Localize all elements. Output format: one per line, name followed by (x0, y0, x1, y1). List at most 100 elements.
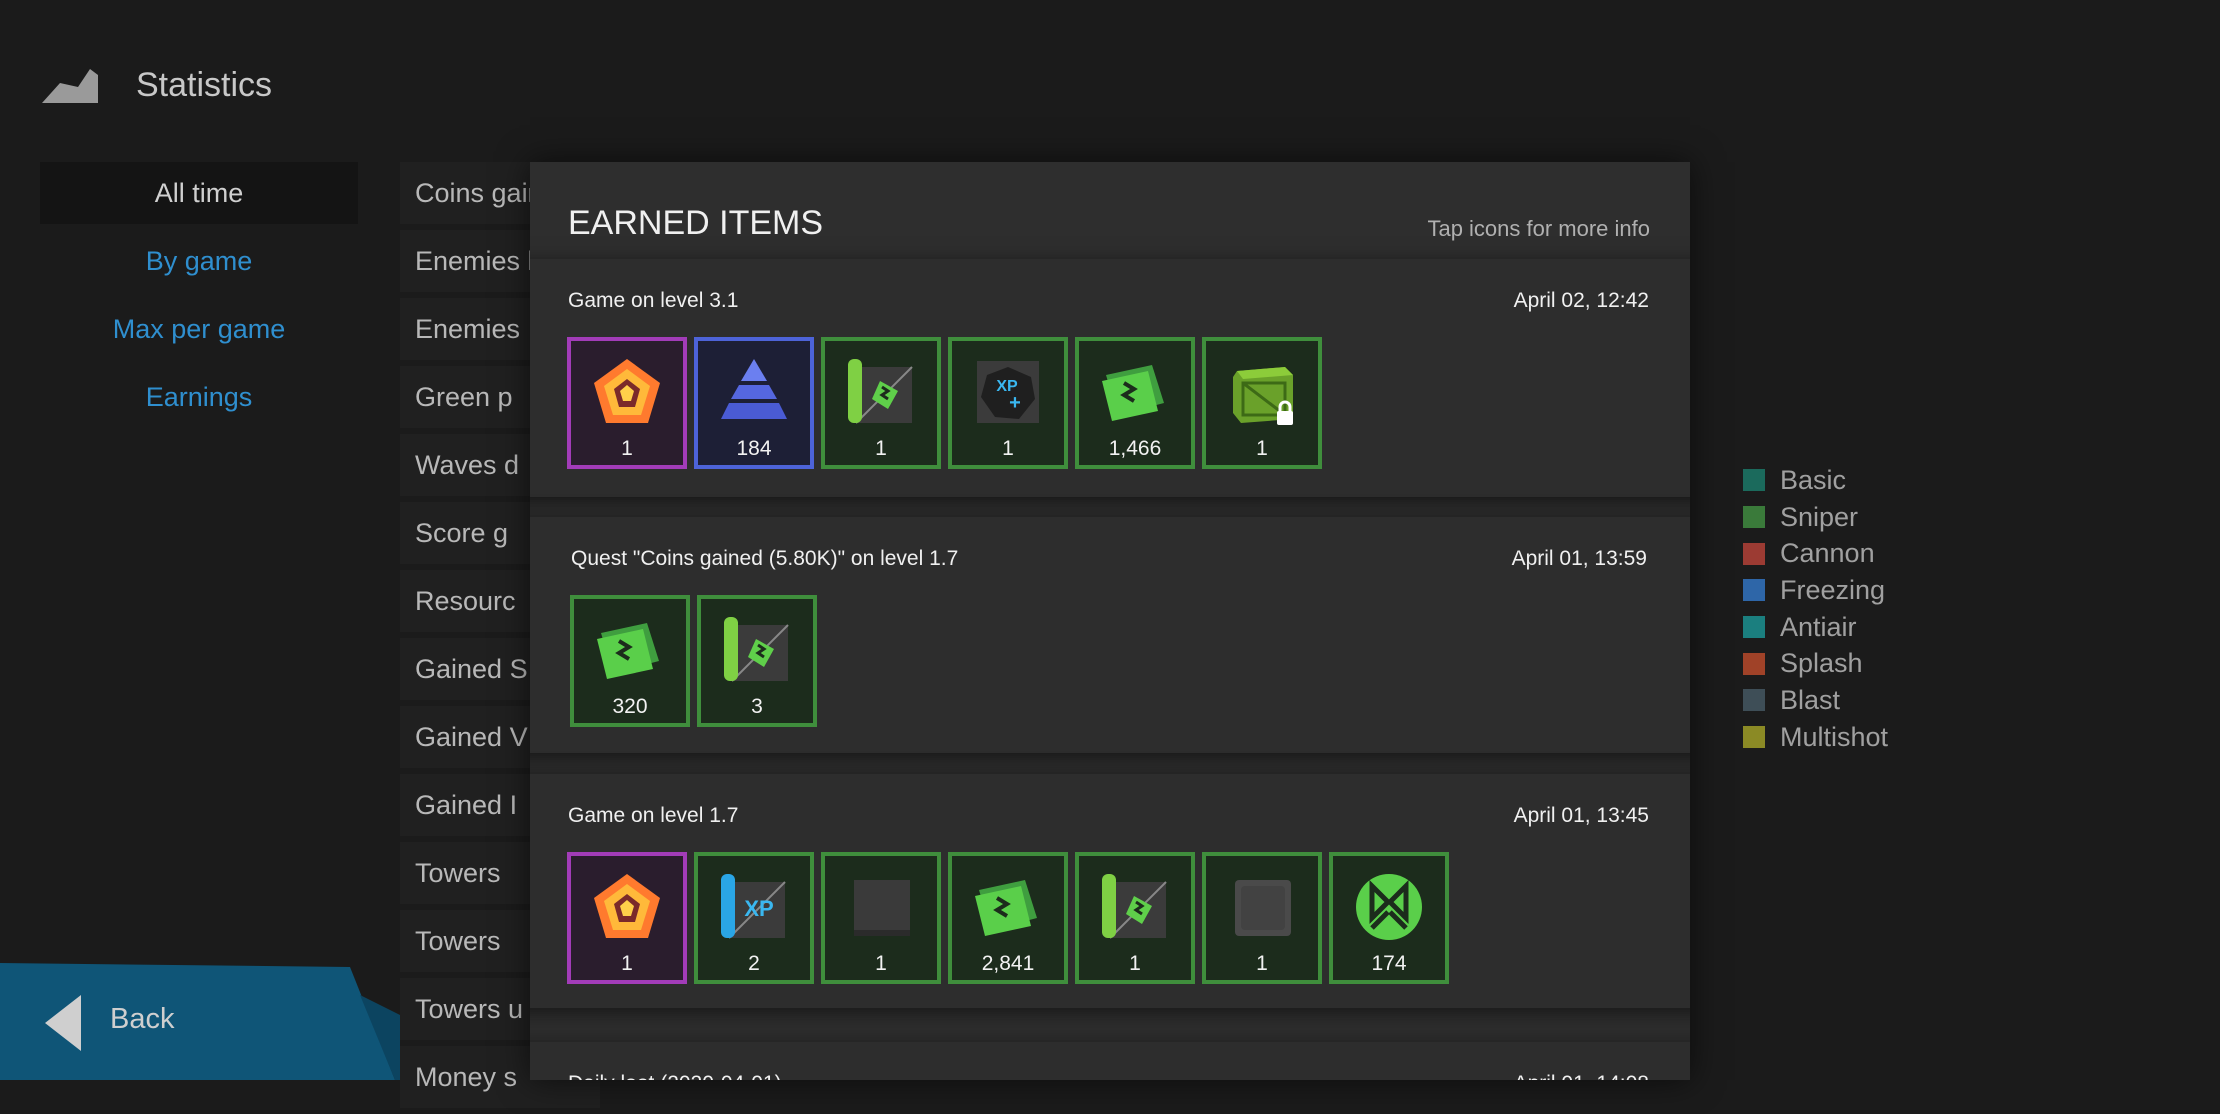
item-quantity: 1 (1256, 952, 1268, 975)
entry-label: Game on level 3.1 (568, 289, 739, 312)
item-tile[interactable]: 1,466 (1075, 337, 1195, 469)
item-tile[interactable]: 1 (1202, 852, 1322, 984)
legend-item: Cannon (1743, 535, 1888, 572)
back-label: Back (110, 1003, 175, 1035)
sidebar-item-max-per-game[interactable]: Max per game (40, 298, 358, 360)
legend-label: Antiair (1780, 611, 1857, 642)
legend-label: Basic (1780, 464, 1847, 495)
legend-label: Splash (1780, 648, 1863, 679)
item-tile[interactable]: 1 (948, 337, 1068, 469)
green-papers-icon (1096, 353, 1174, 431)
locked-crate-icon (1223, 353, 1301, 431)
item-quantity: 1 (1002, 437, 1014, 460)
entry-date: April 02, 12:42 (1513, 289, 1649, 312)
pentagon-gem-icon (588, 353, 666, 431)
earned-entry: Game on level 3.1 April 02, 12:42 1 184 1 1 1,… (530, 259, 1690, 497)
item-quantity: 1,466 (1108, 437, 1162, 460)
item-quantity: 320 (612, 695, 648, 718)
item-tile[interactable]: 174 (1329, 852, 1449, 984)
item-tile[interactable]: 184 (694, 337, 814, 469)
earned-entry: Daily loot (2020-04-01) April 01, 14:08 (530, 1042, 1690, 1080)
header: Statistics (40, 55, 272, 115)
legend-item: Splash (1743, 645, 1888, 682)
panel-hint: Tap icons for more info (1427, 216, 1650, 241)
empty-slot-icon (842, 868, 920, 946)
legend-swatch (1743, 542, 1765, 565)
green-emblem-icon (1350, 868, 1428, 946)
stats-mountain-icon (42, 69, 98, 103)
legend-item: Antiair (1743, 609, 1888, 646)
blueprint-icon (718, 611, 796, 689)
page-title: Statistics (136, 65, 273, 104)
legend-label: Cannon (1780, 538, 1875, 569)
item-quantity: 1 (1129, 952, 1141, 975)
sidebar-item-label: All time (154, 177, 244, 208)
earned-entry: Game on level 1.7 April 01, 13:45 1 2 1 2,841… (530, 774, 1690, 1008)
sidebar-item-by-game[interactable]: By game (40, 230, 358, 292)
item-tile[interactable]: 320 (570, 595, 690, 727)
item-quantity: 174 (1371, 952, 1407, 975)
item-tile[interactable]: 1 (821, 852, 941, 984)
panel-title: EARNED ITEMS (568, 204, 824, 242)
grey-slot-icon (1223, 868, 1301, 946)
legend-item: Basic (1743, 462, 1888, 499)
blueprint-icon (842, 353, 920, 431)
sidebar-item-earnings[interactable]: Earnings (40, 366, 358, 428)
entry-label: Game on level 1.7 (568, 804, 739, 827)
back-arrow-icon (45, 995, 81, 1051)
item-row: 1 2 1 2,841 1 1 174 (567, 852, 1449, 984)
sidebar-item-label: By game (145, 245, 253, 276)
legend-label: Sniper (1780, 501, 1859, 532)
legend-swatch (1743, 689, 1765, 712)
legend-swatch (1743, 506, 1765, 529)
legend-swatch (1743, 616, 1765, 639)
green-papers-icon (591, 611, 669, 689)
xp-blueprint-icon (715, 868, 793, 946)
item-tile[interactable]: 1 (567, 337, 687, 469)
blue-stripes-icon (715, 353, 793, 431)
legend-item: Sniper (1743, 499, 1888, 536)
item-quantity: 2,841 (981, 952, 1035, 975)
entry-date: April 01, 14:08 (1514, 1072, 1649, 1080)
blueprint-icon (1096, 868, 1174, 946)
item-quantity: 3 (751, 695, 763, 718)
item-quantity: 1 (875, 437, 887, 460)
earned-items-panel: EARNED ITEMS Tap icons for more info Gam… (530, 162, 1690, 1080)
earned-entry: Quest "Coins gained (5.80K)" on level 1.… (530, 517, 1690, 753)
item-tile[interactable]: 3 (697, 595, 817, 727)
legend-item: Freezing (1743, 572, 1888, 609)
item-row: 1 184 1 1 1,466 1 (567, 337, 1322, 469)
item-tile[interactable]: 2 (694, 852, 814, 984)
tower-legend: Basic Sniper Cannon Freezing Antiair Splash Bl… (1743, 462, 1888, 756)
legend-swatch (1743, 652, 1765, 675)
item-tile[interactable]: 1 (567, 852, 687, 984)
legend-label: Blast (1780, 684, 1841, 715)
pentagon-gem-icon (588, 868, 666, 946)
entry-label: Daily loot (2020-04-01) (568, 1072, 782, 1080)
item-quantity: 1 (621, 952, 633, 975)
sidebar-item-label: Max per game (112, 313, 286, 344)
item-quantity: 184 (736, 437, 772, 460)
xp-plus-icon (969, 353, 1047, 431)
item-quantity: 1 (621, 437, 633, 460)
entry-label: Quest "Coins gained (5.80K)" on level 1.… (571, 547, 959, 570)
sidebar-item-label: Earnings (145, 381, 253, 412)
item-quantity: 1 (875, 952, 887, 975)
item-row: 320 3 (570, 595, 817, 727)
legend-swatch (1743, 579, 1765, 602)
item-tile[interactable]: 1 (1075, 852, 1195, 984)
sidebar: All time By game Max per game Earnings (40, 162, 358, 434)
legend-swatch (1743, 726, 1765, 749)
panel-header: EARNED ITEMS Tap icons for more info (530, 162, 1690, 262)
legend-label: Multishot (1780, 721, 1889, 752)
item-quantity: 2 (748, 952, 760, 975)
sidebar-item-all-time[interactable]: All time (40, 162, 358, 224)
entry-date: April 01, 13:59 (1511, 547, 1647, 570)
item-tile[interactable]: 1 (821, 337, 941, 469)
legend-label: Freezing (1780, 574, 1886, 605)
entry-date: April 01, 13:45 (1513, 804, 1649, 827)
back-button[interactable]: Back (0, 955, 400, 1080)
item-tile[interactable]: 1 (1202, 337, 1322, 469)
item-tile[interactable]: 2,841 (948, 852, 1068, 984)
legend-item: Multishot (1743, 719, 1888, 756)
